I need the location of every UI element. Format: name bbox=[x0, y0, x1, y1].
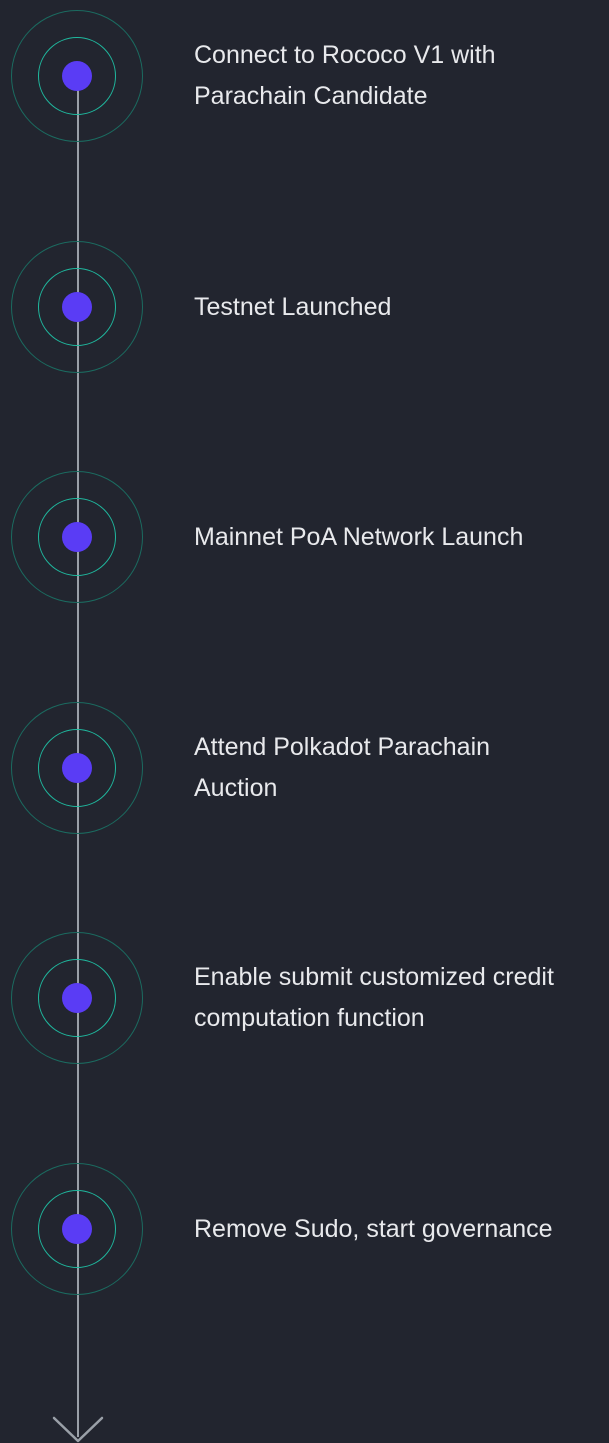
milestone-label: Connect to Rococo V1 with Parachain Cand… bbox=[194, 41, 496, 110]
milestone-dot bbox=[62, 61, 92, 91]
milestone: Attend Polkadot Parachain Auction bbox=[0, 692, 609, 852]
milestone: Testnet Launched bbox=[0, 231, 609, 391]
milestone: Connect to Rococo V1 with Parachain Cand… bbox=[0, 0, 609, 160]
roadmap-timeline: Connect to Rococo V1 with Parachain Cand… bbox=[0, 0, 609, 1443]
milestone-dot bbox=[62, 983, 92, 1013]
milestone-dot bbox=[62, 292, 92, 322]
milestone-label: Attend Polkadot Parachain Auction bbox=[194, 733, 491, 802]
milestone-dot bbox=[62, 753, 92, 783]
milestone: Mainnet PoA Network Launch bbox=[0, 461, 609, 621]
milestone-label: Enable submit customized credit computat… bbox=[194, 963, 554, 1032]
milestone-dot bbox=[62, 1214, 92, 1244]
milestone: Remove Sudo, start governance bbox=[0, 1153, 609, 1313]
milestone-label: Mainnet PoA Network Launch bbox=[194, 522, 524, 551]
arrow-down-icon bbox=[52, 1416, 104, 1443]
milestone: Enable submit customized credit computat… bbox=[0, 922, 609, 1082]
milestone-label: Remove Sudo, start governance bbox=[194, 1214, 553, 1243]
milestone-dot bbox=[62, 522, 92, 552]
milestone-label: Testnet Launched bbox=[194, 292, 392, 321]
